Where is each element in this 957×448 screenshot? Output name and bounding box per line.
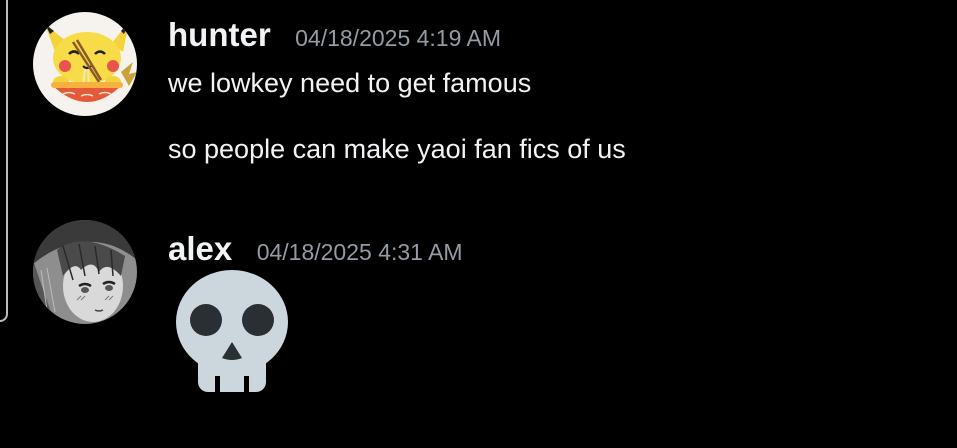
message-timestamp: 04/18/2025 4:31 AM bbox=[256, 239, 463, 265]
pikachu-avatar-icon bbox=[33, 12, 137, 116]
manga-character-avatar-icon bbox=[33, 220, 137, 324]
skull-emoji-icon bbox=[172, 270, 292, 402]
username[interactable]: alex bbox=[168, 230, 232, 267]
username[interactable]: hunter bbox=[168, 16, 271, 53]
reply-thread-line bbox=[0, 0, 8, 322]
message-header: alex 04/18/2025 4:31 AM bbox=[168, 230, 463, 268]
message-header: hunter 04/18/2025 4:19 AM bbox=[168, 16, 501, 54]
message-text: we lowkey need to get famous bbox=[168, 68, 532, 98]
message-text: so people can make yaoi fan fics of us bbox=[168, 134, 626, 164]
message-timestamp: 04/18/2025 4:19 AM bbox=[295, 25, 502, 51]
user-avatar-hunter[interactable] bbox=[33, 12, 137, 116]
user-avatar-alex[interactable] bbox=[33, 220, 137, 324]
